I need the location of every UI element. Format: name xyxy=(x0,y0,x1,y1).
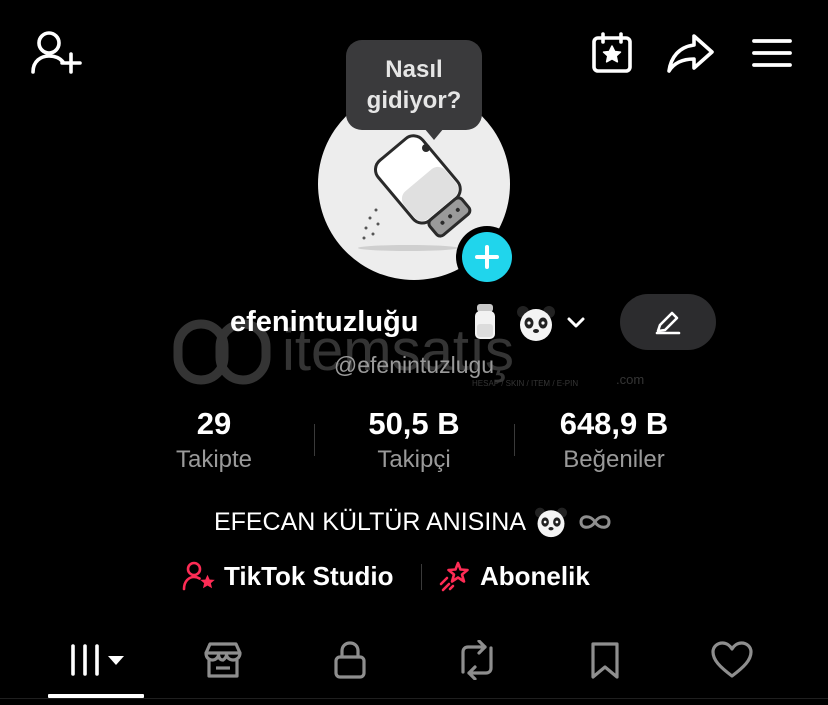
panda-emoji-icon xyxy=(517,306,555,341)
lock-icon xyxy=(334,641,366,679)
bookmark-icon xyxy=(591,642,619,679)
store-icon xyxy=(204,642,242,678)
subscription-link[interactable]: Abonelik xyxy=(438,556,590,596)
profile-bio: EFECAN KÜLTÜR ANISINA xyxy=(0,506,828,538)
hamburger-menu-icon xyxy=(752,39,792,67)
status-note-bubble[interactable]: Nasıl gidiyor? xyxy=(346,40,482,130)
tab-saved[interactable] xyxy=(555,628,655,692)
bubble-tail xyxy=(424,128,444,140)
profile-stats: 29 Takipte 50,5 B Takipçi 648,9 B Beğeni… xyxy=(0,404,828,484)
add-story-button[interactable] xyxy=(456,226,518,288)
likes-label: Beğeniler xyxy=(563,446,665,473)
salt-shaker-emoji-icon xyxy=(475,304,495,339)
followers-label: Takipçi xyxy=(377,446,451,473)
calendar-button[interactable] xyxy=(588,30,636,76)
heart-icon xyxy=(711,641,753,678)
add-friend-button[interactable] xyxy=(28,28,84,78)
person-plus-icon xyxy=(31,31,82,74)
followers-stat[interactable]: 50,5 B Takipçi xyxy=(304,404,524,476)
person-star-icon xyxy=(182,561,215,591)
user-handle: @efenintuzlugu xyxy=(333,352,495,378)
menu-button[interactable] xyxy=(748,34,796,72)
watermark-tagline: HESAP / SKIN / ITEM / E-PIN xyxy=(472,379,578,388)
profile-links: TikTok Studio Abonelik xyxy=(0,556,828,596)
display-name: efenintuzluğu xyxy=(230,306,419,338)
username-row: efenintuzluğu xyxy=(0,294,828,350)
tab-shop[interactable] xyxy=(173,628,273,692)
pencil-icon xyxy=(655,311,681,335)
account-switch-chevron-icon[interactable] xyxy=(566,316,586,330)
tab-private[interactable] xyxy=(300,628,400,692)
calendar-star-icon xyxy=(592,32,632,73)
bio-text: EFECAN KÜLTÜR ANISINA xyxy=(213,507,527,536)
tiktok-studio-label: TikTok Studio xyxy=(224,560,394,591)
following-count: 29 xyxy=(196,406,232,441)
tabs-divider xyxy=(0,698,828,699)
likes-count: 648,9 B xyxy=(559,406,669,441)
links-divider xyxy=(421,564,422,590)
grid-bars-icon xyxy=(71,644,124,676)
star-burst-icon xyxy=(439,561,469,592)
infinity-icon xyxy=(579,515,611,529)
following-stat[interactable]: 29 Takipte xyxy=(104,404,324,476)
status-note-line2: gidiyor? xyxy=(366,87,462,114)
tab-reposts[interactable] xyxy=(427,628,527,692)
followers-count: 50,5 B xyxy=(368,406,460,441)
tab-liked[interactable] xyxy=(682,628,782,692)
share-arrow-icon xyxy=(667,34,714,73)
tab-videos[interactable] xyxy=(46,628,146,692)
repost-icon xyxy=(461,640,493,680)
following-label: Takipte xyxy=(175,446,253,473)
plus-icon xyxy=(475,245,499,269)
tiktok-studio-link[interactable]: TikTok Studio xyxy=(182,556,393,596)
share-button[interactable] xyxy=(664,30,718,76)
status-note-line1: Nasıl xyxy=(385,56,443,83)
edit-profile-button[interactable] xyxy=(620,294,716,350)
subscription-label: Abonelik xyxy=(480,560,590,591)
panda-emoji-icon xyxy=(535,507,568,538)
likes-stat[interactable]: 648,9 B Beğeniler xyxy=(504,404,724,476)
